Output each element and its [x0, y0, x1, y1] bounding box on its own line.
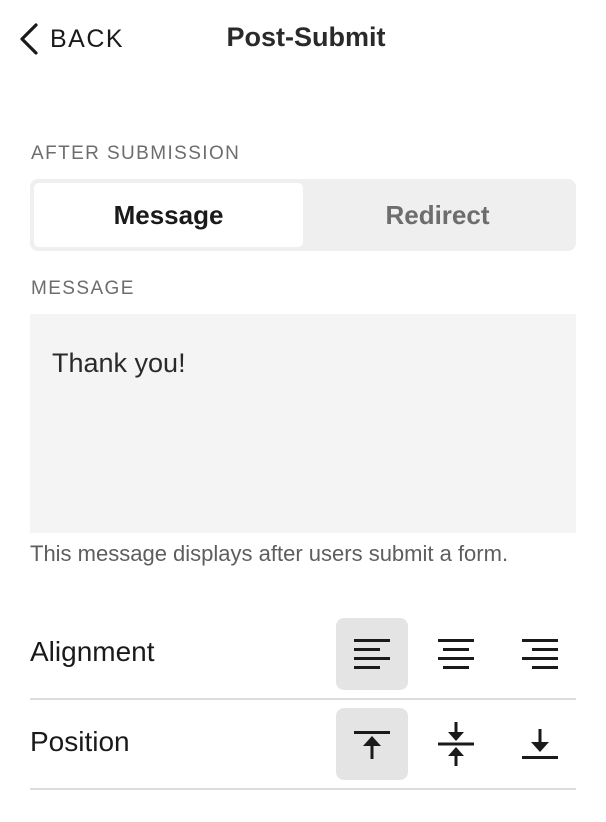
- panel-header: BACK Post-Submit: [0, 0, 606, 80]
- align-middle-icon: [438, 722, 474, 766]
- alignment-row: Alignment: [30, 610, 576, 700]
- position-label: Position: [30, 726, 130, 757]
- align-center-button[interactable]: [420, 618, 492, 690]
- alignment-label: Alignment: [30, 636, 155, 667]
- page-title: Post-Submit: [226, 22, 386, 52]
- align-right-button[interactable]: [504, 618, 576, 690]
- align-left-button[interactable]: [336, 618, 408, 690]
- after-submission-label: AFTER SUBMISSION: [31, 143, 241, 164]
- position-middle-button[interactable]: [420, 708, 492, 780]
- message-help-text: This message displays after users submit…: [30, 541, 509, 566]
- align-bottom-icon: [522, 729, 558, 759]
- redirect-option[interactable]: Redirect: [303, 183, 572, 247]
- right-align-icon: [522, 639, 558, 669]
- position-top-button[interactable]: [336, 708, 408, 780]
- align-top-icon: [354, 731, 390, 759]
- message-textarea[interactable]: Thank you!: [30, 314, 576, 533]
- after-submission-toggle: Message Redirect: [30, 179, 576, 251]
- left-align-icon: [354, 639, 390, 669]
- position-bottom-button[interactable]: [504, 708, 576, 780]
- message-label: MESSAGE: [31, 278, 135, 299]
- position-row: Position: [30, 700, 576, 790]
- message-option[interactable]: Message: [34, 183, 303, 247]
- center-align-icon: [438, 639, 474, 669]
